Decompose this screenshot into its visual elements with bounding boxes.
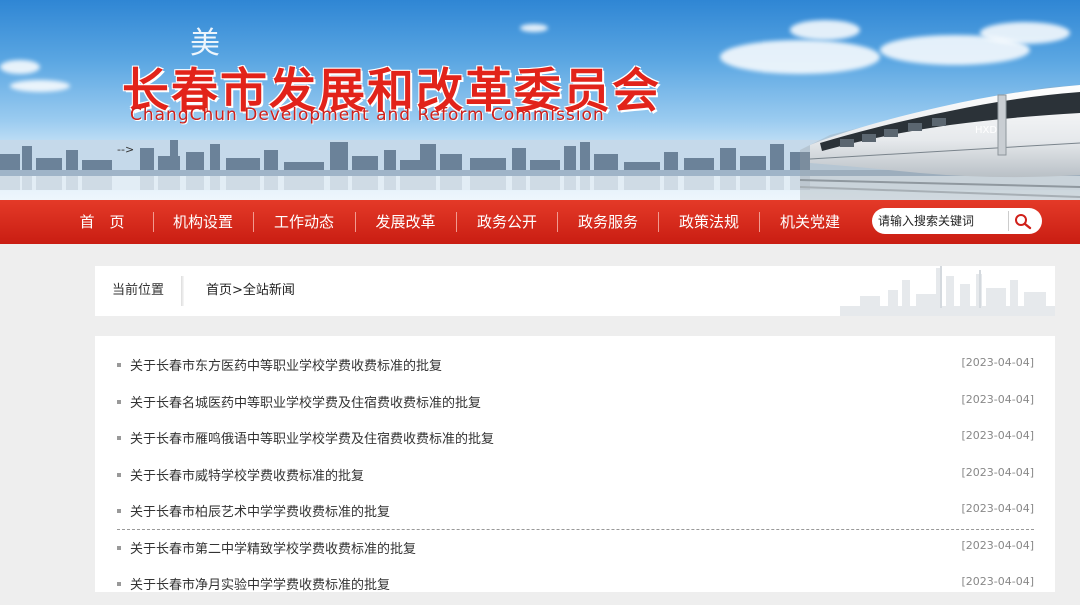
search-button[interactable] bbox=[1008, 211, 1037, 231]
bullet-icon bbox=[117, 399, 121, 404]
nav-item-home[interactable]: 首 页 bbox=[55, 200, 149, 244]
news-date: [2023-04-04] bbox=[961, 465, 1034, 479]
nav-separator bbox=[557, 212, 558, 232]
group-divider bbox=[117, 529, 1034, 530]
nav-separator bbox=[355, 212, 356, 232]
bullet-icon bbox=[117, 472, 121, 477]
train-image: HXD bbox=[800, 85, 1080, 200]
news-list: 关于长春市东方医药中等职业学校学费收费标准的批复 [2023-04-04] 关于… bbox=[117, 349, 1034, 605]
nav-item-development-reform[interactable]: 发展改革 bbox=[357, 200, 454, 244]
breadcrumb-divider bbox=[181, 276, 184, 306]
nav-separator bbox=[253, 212, 254, 232]
news-link[interactable]: 关于长春市柏辰艺术中学学费收费标准的批复 bbox=[130, 501, 390, 520]
nav-item-work-news[interactable]: 工作动态 bbox=[255, 200, 353, 244]
train-mark: HXD bbox=[975, 125, 997, 136]
news-list-item: 关于长春市东方医药中等职业学校学费收费标准的批复 [2023-04-04] bbox=[117, 349, 1034, 386]
search-input[interactable] bbox=[878, 208, 1002, 234]
breadcrumb: 当前位置 首页>全站新闻 bbox=[95, 266, 1055, 316]
bullet-icon bbox=[117, 545, 121, 550]
nav-item-organization[interactable]: 机构设置 bbox=[155, 200, 251, 244]
news-date: [2023-04-04] bbox=[961, 429, 1034, 442]
search-icon bbox=[1015, 214, 1032, 230]
news-list-item: 关于长春市第二中学精致学校学费收费标准的批复 [2023-04-04] bbox=[117, 532, 1034, 569]
nav-separator bbox=[759, 212, 760, 232]
breadcrumb-path[interactable]: 首页>全站新闻 bbox=[206, 266, 295, 316]
cloud-decoration bbox=[10, 80, 70, 92]
nav-item-government-affairs[interactable]: 政务公开 bbox=[458, 200, 556, 244]
nav-separator bbox=[658, 212, 659, 232]
nav-separator bbox=[153, 212, 154, 232]
breadcrumb-label: 当前位置 bbox=[112, 283, 165, 298]
news-date: [2023-04-04] bbox=[961, 356, 1034, 369]
arrow-mark: --> bbox=[117, 143, 135, 156]
news-date: [2023-04-04] bbox=[961, 538, 1034, 552]
news-date: [2023-04-04] bbox=[961, 502, 1034, 515]
news-link[interactable]: 关于长春名城医药中等职业学校学费及住宿费收费标准的批复 bbox=[130, 392, 481, 411]
news-list-item: 关于长春市柏辰艺术中学学费收费标准的批复 [2023-04-04] bbox=[117, 495, 1034, 532]
news-list-item: 关于长春市威特学校学费收费标准的批复 [2023-04-04] bbox=[117, 459, 1034, 496]
news-list-item: 关于长春市雁鸣俄语中等职业学校学费及住宿费收费标准的批复 [2023-04-04… bbox=[117, 422, 1034, 459]
search-box bbox=[872, 208, 1042, 234]
cloud-decoration bbox=[0, 60, 40, 74]
bullet-icon bbox=[117, 509, 121, 513]
site-title-english: ChangChun Development and Reform Commiss… bbox=[130, 105, 605, 125]
news-link[interactable]: 关于长春市雁鸣俄语中等职业学校学费及住宿费收费标准的批复 bbox=[130, 428, 494, 447]
bullet-icon bbox=[117, 582, 121, 586]
cloud-decoration bbox=[980, 22, 1070, 44]
bullet-icon bbox=[117, 436, 121, 440]
nav-item-policies-regulations[interactable]: 政策法规 bbox=[660, 200, 758, 244]
nav-item-party-building[interactable]: 机关党建 bbox=[761, 200, 859, 244]
news-link[interactable]: 关于长春市第二中学精致学校学费收费标准的批复 bbox=[130, 538, 416, 557]
cloud-decoration bbox=[520, 24, 548, 32]
news-date: [2023-04-04] bbox=[961, 575, 1034, 588]
cloud-decoration bbox=[790, 20, 860, 40]
news-list-panel: 关于长春市东方医药中等职业学校学费收费标准的批复 [2023-04-04] 关于… bbox=[95, 336, 1055, 593]
nav-item-government-services[interactable]: 政务服务 bbox=[559, 200, 657, 244]
news-date: [2023-04-04] bbox=[961, 392, 1034, 406]
news-link[interactable]: 关于长春市东方医药中等职业学校学费收费标准的批复 bbox=[130, 355, 442, 374]
skyline-decoration bbox=[840, 266, 1055, 316]
news-link[interactable]: 关于长春市威特学校学费收费标准的批复 bbox=[130, 465, 364, 484]
news-link[interactable]: 关于长春市净月实验中学学费收费标准的批复 bbox=[130, 574, 390, 593]
news-list-item: 关于长春市净月实验中学学费收费标准的批复 [2023-04-04] bbox=[117, 568, 1034, 605]
header-banner: 美 长春市发展和改革委员会 ChangChun Development and … bbox=[0, 0, 1080, 200]
nav-separator bbox=[456, 212, 457, 232]
news-list-item: 关于长春名城医药中等职业学校学费及住宿费收费标准的批复 [2023-04-04] bbox=[117, 386, 1034, 423]
bullet-icon bbox=[117, 363, 121, 367]
